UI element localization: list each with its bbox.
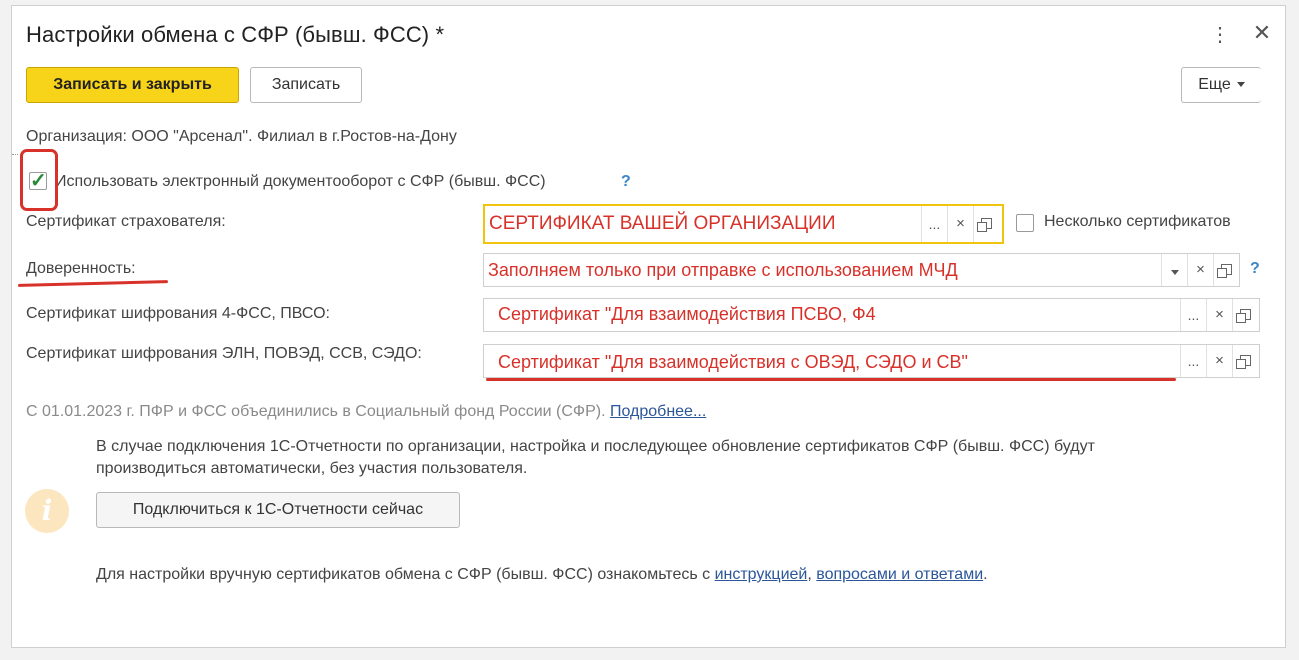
select-button[interactable]: ... [921, 206, 947, 242]
save-and-close-button[interactable]: Записать и закрыть [26, 67, 239, 103]
multiple-certificates-label: Несколько сертификатов [1044, 213, 1231, 230]
power-of-attorney-label: Доверенность: [26, 260, 136, 277]
open-icon[interactable] [1232, 299, 1258, 331]
separator: , [807, 566, 812, 583]
open-icon[interactable] [1232, 345, 1258, 377]
insurer-certificate-field[interactable]: СЕРТИФИКАТ ВАШЕЙ ОРГАНИЗАЦИИ ... × [483, 204, 1004, 244]
open-icon[interactable] [1213, 254, 1239, 286]
more-menu-button[interactable]: Еще [1181, 67, 1261, 103]
select-button[interactable]: ... [1180, 345, 1206, 377]
power-of-attorney-value: Заполняем только при отправке с использо… [488, 260, 958, 280]
help-icon[interactable]: ? [1250, 260, 1260, 278]
info-text-line2: производиться автоматически, без участия… [96, 460, 528, 477]
period: . [983, 566, 988, 583]
annotation-highlight-box [20, 149, 58, 211]
annotation-underline [17, 280, 169, 287]
clear-button[interactable]: × [1206, 299, 1232, 331]
encryption-cert-eln-field[interactable]: Сертификат "Для взаимодействия с ОВЭД, С… [483, 344, 1260, 378]
power-of-attorney-field[interactable]: Заполняем только при отправке с использо… [483, 253, 1240, 287]
encryption-cert-4fss-field[interactable]: Сертификат "Для взаимодействия ПСВО, Ф4 … [483, 298, 1260, 332]
faq-link[interactable]: вопросами и ответами [816, 566, 983, 583]
more-info-link[interactable]: Подробнее... [610, 403, 706, 420]
info-icon: i [25, 489, 69, 533]
open-icon[interactable] [973, 206, 999, 242]
info-text-line1: В случае подключения 1С-Отчетности по ор… [96, 438, 1095, 455]
organization-label: Организация: ООО "Арсенал". Филиал в г.Р… [26, 128, 457, 145]
settings-window: Настройки обмена с СФР (бывш. ФСС) * ⋮ ✕… [11, 5, 1286, 648]
insurer-certificate-value: СЕРТИФИКАТ ВАШЕЙ ОРГАНИЗАЦИИ [489, 213, 836, 234]
chevron-down-icon [1236, 82, 1245, 88]
encryption-cert-4fss-value: Сертификат "Для взаимодействия ПСВО, Ф4 [498, 304, 876, 324]
help-icon[interactable]: ? [621, 173, 631, 191]
more-menu-label: Еще [1198, 76, 1231, 93]
connect-reporting-button[interactable]: Подключиться к 1С-Отчетности сейчас [96, 492, 460, 528]
encryption-cert-eln-value: Сертификат "Для взаимодействия с ОВЭД, С… [498, 352, 968, 372]
more-options-icon[interactable]: ⋮ [1210, 23, 1230, 47]
close-icon[interactable]: ✕ [1250, 21, 1274, 45]
instructions-link[interactable]: инструкцией [715, 566, 808, 583]
save-button[interactable]: Записать [250, 67, 362, 103]
chevron-down-icon[interactable] [1161, 254, 1187, 286]
annotation-underline [486, 378, 1176, 381]
clear-button[interactable]: × [1187, 254, 1213, 286]
encryption-cert-eln-label: Сертификат шифрования ЭЛН, ПОВЭД, ССВ, С… [26, 345, 422, 362]
sfr-notice-text: С 01.01.2023 г. ПФР и ФСС объединились в… [26, 403, 606, 420]
divider [12, 154, 18, 155]
manual-setup-prefix: Для настройки вручную сертификатов обмен… [96, 566, 711, 583]
clear-button[interactable]: × [947, 206, 973, 242]
insurer-certificate-label: Сертификат страхователя: [26, 213, 226, 230]
window-title: Настройки обмена с СФР (бывш. ФСС) * [26, 22, 445, 47]
manual-setup-text: Для настройки вручную сертификатов обмен… [96, 566, 988, 584]
multiple-certificates-checkbox[interactable] [1016, 214, 1034, 232]
encryption-cert-4fss-label: Сертификат шифрования 4-ФСС, ПВСО: [26, 305, 330, 322]
use-edo-label: Использовать электронный документооборот… [55, 173, 546, 190]
clear-button[interactable]: × [1206, 345, 1232, 377]
select-button[interactable]: ... [1180, 299, 1206, 331]
sfr-notice: С 01.01.2023 г. ПФР и ФСС объединились в… [26, 403, 706, 421]
